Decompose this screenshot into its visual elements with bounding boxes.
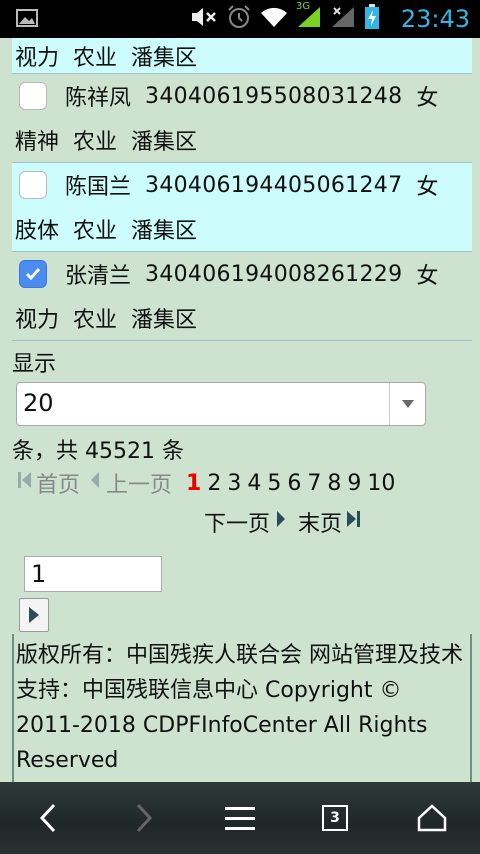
page-link[interactable]: 9 bbox=[347, 471, 361, 496]
page-size-value: 20 bbox=[23, 389, 54, 417]
goto-page-input[interactable]: 1 bbox=[24, 556, 162, 592]
page-link[interactable]: 6 bbox=[287, 471, 301, 496]
back-arrow-icon bbox=[39, 803, 56, 833]
record-checkbox[interactable] bbox=[19, 82, 47, 110]
status-bar: 3G 23:43 bbox=[0, 0, 480, 38]
first-page-link[interactable]: 首页 bbox=[36, 467, 80, 499]
chevron-down-icon bbox=[389, 383, 425, 425]
network-type-label: 3G bbox=[296, 1, 311, 12]
person-name: 陈祥凤 bbox=[65, 86, 132, 111]
last-page-icon bbox=[346, 508, 361, 536]
pager-row: 首页 上一页 1 2 3 4 5 6 7 8 9 10 bbox=[18, 468, 401, 498]
page-size-label: 显示 bbox=[12, 352, 57, 377]
record-list-page: 视力 农业 潘集区 陈祥凤 340406195508031248 女 精神 农业… bbox=[0, 38, 480, 782]
tabs-button[interactable]: 3 bbox=[313, 796, 357, 840]
browser-nav-bar: 3 bbox=[0, 782, 480, 854]
gender: 女 bbox=[416, 86, 439, 111]
record-row: 陈祥凤 340406195508031248 女 精神 农业 潘集区 bbox=[12, 74, 472, 162]
pager-row-2: 下一页 末页 bbox=[204, 506, 361, 538]
gender: 女 bbox=[416, 264, 439, 289]
divider bbox=[12, 340, 472, 341]
next-page-link[interactable]: 下一页 bbox=[204, 506, 270, 538]
page-link[interactable]: 3 bbox=[227, 471, 241, 496]
person-name: 陈国兰 bbox=[65, 175, 132, 200]
occupation: 农业 bbox=[73, 45, 118, 71]
total-count: 条，共 45521 条 bbox=[12, 439, 184, 464]
id-number: 340406194008261229 bbox=[145, 261, 403, 287]
checkmark-icon bbox=[25, 268, 41, 281]
disability-type: 视力 bbox=[15, 308, 60, 333]
back-button[interactable] bbox=[26, 796, 70, 840]
occupation: 农业 bbox=[73, 130, 118, 155]
record-row: 张清兰 340406194008261229 女 视力 农业 潘集区 bbox=[12, 252, 472, 340]
id-number: 340406194405061247 bbox=[145, 172, 403, 198]
record-checkbox[interactable] bbox=[19, 171, 47, 199]
district: 潘集区 bbox=[131, 45, 198, 71]
prev-page-link[interactable]: 上一页 bbox=[106, 467, 172, 499]
signal-x-icon bbox=[330, 5, 356, 33]
signal-icon: 3G bbox=[296, 1, 322, 33]
clock: 23:43 bbox=[400, 5, 470, 33]
district: 潘集区 bbox=[131, 130, 198, 155]
occupation: 农业 bbox=[73, 219, 118, 244]
page-link[interactable]: 7 bbox=[307, 471, 321, 496]
battery-charging-icon bbox=[364, 4, 380, 34]
goto-page-button[interactable] bbox=[19, 598, 49, 632]
alarm-icon bbox=[226, 4, 252, 34]
tabs-icon: 3 bbox=[322, 805, 348, 831]
occupation: 农业 bbox=[73, 308, 118, 333]
page-link[interactable]: 10 bbox=[367, 471, 395, 496]
record-row: 陈国兰 340406194405061247 女 肢体 农业 潘集区 bbox=[12, 163, 472, 251]
forward-button[interactable] bbox=[122, 796, 166, 840]
gender: 女 bbox=[416, 175, 439, 200]
disability-type: 肢体 bbox=[15, 219, 60, 244]
disability-type: 精神 bbox=[15, 130, 60, 155]
play-icon bbox=[29, 607, 39, 623]
person-name: 张清兰 bbox=[65, 264, 132, 289]
last-page-link[interactable]: 末页 bbox=[298, 506, 342, 538]
wifi-icon bbox=[260, 6, 288, 32]
page-link[interactable]: 8 bbox=[327, 471, 341, 496]
first-page-icon bbox=[18, 469, 32, 497]
page-link[interactable]: 5 bbox=[267, 471, 281, 496]
page-link[interactable]: 2 bbox=[207, 471, 221, 496]
record-checkbox[interactable] bbox=[19, 260, 47, 288]
id-number: 340406195508031248 bbox=[145, 83, 403, 109]
tab-count: 3 bbox=[330, 810, 340, 826]
menu-icon bbox=[225, 807, 255, 830]
menu-button[interactable] bbox=[218, 796, 262, 840]
district: 潘集区 bbox=[131, 219, 198, 244]
home-button[interactable] bbox=[410, 796, 454, 840]
footer-copyright: 版权所有：中国残疾人联合会 网站管理及技术支持：中国残联信息中心 Copyrig… bbox=[12, 634, 472, 782]
district: 潘集区 bbox=[131, 308, 198, 333]
record-row-partial: 视力 农业 潘集区 bbox=[12, 38, 472, 74]
prev-page-icon bbox=[90, 469, 100, 497]
image-icon bbox=[16, 9, 38, 27]
page-link-current[interactable]: 1 bbox=[186, 471, 201, 496]
home-icon bbox=[417, 804, 447, 832]
disability-type: 视力 bbox=[15, 45, 60, 71]
next-page-icon bbox=[276, 508, 286, 536]
forward-arrow-icon bbox=[136, 803, 153, 833]
page-link[interactable]: 4 bbox=[247, 471, 261, 496]
page-size-select[interactable]: 20 bbox=[16, 382, 426, 426]
mute-icon bbox=[190, 5, 218, 33]
